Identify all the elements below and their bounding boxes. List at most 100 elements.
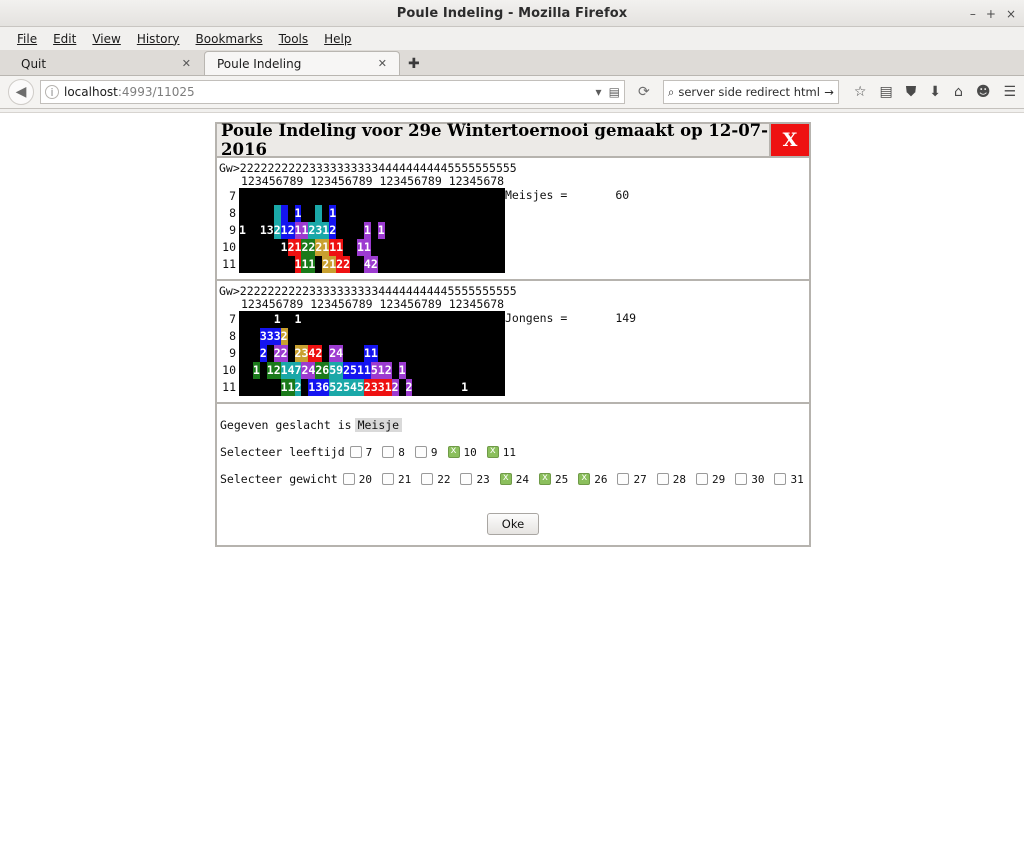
- account-icon[interactable]: ☻: [976, 84, 991, 100]
- new-tab-button[interactable]: ✚: [400, 56, 428, 75]
- tab-quit[interactable]: Quit ✕: [8, 51, 204, 75]
- minimize-button[interactable]: –: [970, 8, 976, 20]
- heatmap-cell: 2: [273, 345, 281, 362]
- heatmap-cell: 1: [461, 379, 469, 396]
- heatmap-cell: 5: [350, 362, 357, 379]
- weight-checkbox-23[interactable]: [460, 473, 473, 485]
- shield-icon[interactable]: ⛊: [906, 84, 917, 100]
- age-item[interactable]: 7: [345, 446, 375, 459]
- download-icon[interactable]: ⬇: [929, 84, 941, 100]
- age-label-11: 11: [502, 445, 516, 459]
- weight-item[interactable]: 29: [691, 473, 727, 486]
- weight-checkbox-26[interactable]: [578, 472, 591, 485]
- menu-bookmarks[interactable]: Bookmarks: [189, 30, 270, 48]
- heatmap-cell: 3: [301, 345, 309, 362]
- weight-label-26: 26: [594, 472, 608, 486]
- age-item[interactable]: 11: [482, 445, 518, 459]
- age-label-9: 9: [430, 445, 438, 459]
- weight-checkbox-22[interactable]: [421, 473, 434, 485]
- chevron-down-icon[interactable]: ▾: [596, 85, 602, 99]
- heatmap-cell: 2: [384, 362, 392, 379]
- search-bar[interactable]: ⌕ server side redirect html →: [662, 80, 839, 104]
- heatmap-cell: 3: [266, 328, 274, 345]
- heatmap-cell: 2: [273, 222, 281, 239]
- weight-label-31: 31: [790, 472, 804, 486]
- close-window-button[interactable]: ×: [1006, 8, 1016, 20]
- age-checkbox-9[interactable]: [414, 446, 427, 458]
- menu-help[interactable]: Help: [317, 30, 358, 48]
- heatmap-cell: 1: [301, 222, 309, 239]
- oke-button[interactable]: Oke: [486, 513, 540, 535]
- tab-poule-indeling-close-icon[interactable]: ✕: [374, 57, 391, 70]
- search-icon: ⌕: [667, 84, 675, 99]
- age-checkbox-11[interactable]: [486, 445, 499, 458]
- menu-view[interactable]: View: [85, 30, 127, 48]
- weight-item[interactable]: 21: [377, 473, 413, 486]
- boys-stat-label: Jongens =: [505, 311, 568, 325]
- age-item[interactable]: 9: [410, 446, 440, 459]
- age-checkbox-10[interactable]: [447, 445, 460, 458]
- girls-row-label-7: 7: [229, 189, 236, 203]
- heatmap-cell: 3: [315, 222, 323, 239]
- age-checkbox-8[interactable]: [382, 446, 395, 458]
- weight-item[interactable]: 30: [730, 473, 766, 486]
- weight-checkbox-28[interactable]: [656, 473, 669, 485]
- weight-item[interactable]: 31: [769, 473, 805, 486]
- weight-item[interactable]: 25: [534, 472, 570, 486]
- back-icon[interactable]: ◀: [8, 79, 34, 105]
- weight-checkbox-21[interactable]: [381, 473, 394, 485]
- url-bar[interactable]: i localhost:4993/11025 ▾ ▤: [40, 80, 625, 104]
- weight-label-25: 25: [554, 472, 569, 486]
- menu-tools[interactable]: Tools: [272, 30, 316, 48]
- app-close-button[interactable]: X: [769, 124, 809, 156]
- boys-stat-value: 149: [615, 311, 637, 325]
- weight-checkbox-27[interactable]: [617, 473, 630, 485]
- weight-item[interactable]: 28: [652, 473, 688, 486]
- heatmap-cell: 2: [343, 362, 351, 379]
- weight-item[interactable]: 23: [455, 473, 491, 486]
- hamburger-menu-icon[interactable]: ☰: [1003, 84, 1016, 100]
- weight-item[interactable]: 24: [495, 472, 531, 486]
- weight-checkbox-25[interactable]: [538, 472, 551, 485]
- weight-item[interactable]: 26: [573, 472, 609, 486]
- tab-poule-indeling[interactable]: Poule Indeling ✕: [204, 51, 400, 75]
- reader-mode-icon[interactable]: ▤: [609, 85, 620, 99]
- weight-item[interactable]: 22: [416, 473, 452, 486]
- heatmap-cell: 3: [273, 328, 281, 345]
- age-checkbox-7[interactable]: [349, 446, 362, 458]
- maximize-button[interactable]: +: [986, 8, 996, 20]
- age-item[interactable]: 8: [377, 446, 407, 459]
- identity-icon[interactable]: i: [45, 85, 59, 99]
- boys-stat: Jongens = 149: [505, 311, 636, 325]
- age-item[interactable]: 10: [443, 445, 479, 459]
- browser-window: Poule Indeling - Mozilla Firefox – + × F…: [0, 0, 1024, 860]
- heatmap-cell: 2: [363, 379, 371, 396]
- heatmap-cell: 6: [322, 379, 330, 396]
- reload-icon[interactable]: ⟳: [631, 79, 657, 105]
- weight-checkbox-31[interactable]: [774, 473, 787, 485]
- heatmap-cell: 1: [252, 362, 260, 379]
- search-go-icon[interactable]: →: [824, 85, 834, 99]
- weight-checkbox-20[interactable]: [342, 473, 355, 485]
- heatmap-cell: 2: [315, 345, 323, 362]
- heatmap-cell: 5: [329, 379, 337, 396]
- gender-label: Gegeven geslacht is: [220, 418, 352, 432]
- weight-checkbox-29[interactable]: [695, 473, 708, 485]
- library-icon[interactable]: ▤: [879, 84, 892, 100]
- weight-checkbox-group: 20 21 22 23 24 25 26 27 28 29 30 31: [338, 472, 809, 486]
- home-icon[interactable]: ⌂: [954, 84, 963, 100]
- heatmap-cell: 1: [294, 222, 302, 239]
- weight-item[interactable]: 27: [612, 473, 648, 486]
- weight-checkbox-24[interactable]: [499, 472, 512, 485]
- menu-edit[interactable]: Edit: [46, 30, 83, 48]
- weight-checkbox-30[interactable]: [735, 473, 748, 485]
- weight-item[interactable]: 20: [338, 473, 374, 486]
- bookmark-star-icon[interactable]: ☆: [854, 84, 867, 100]
- url-input[interactable]: localhost:4993/11025: [64, 85, 591, 99]
- search-input[interactable]: server side redirect html: [678, 85, 820, 99]
- menu-file[interactable]: File: [10, 30, 44, 48]
- menu-history[interactable]: History: [130, 30, 187, 48]
- heatmap-cell: 2: [405, 379, 413, 396]
- tab-quit-close-icon[interactable]: ✕: [178, 57, 195, 70]
- heatmap-cell: 1: [280, 362, 288, 379]
